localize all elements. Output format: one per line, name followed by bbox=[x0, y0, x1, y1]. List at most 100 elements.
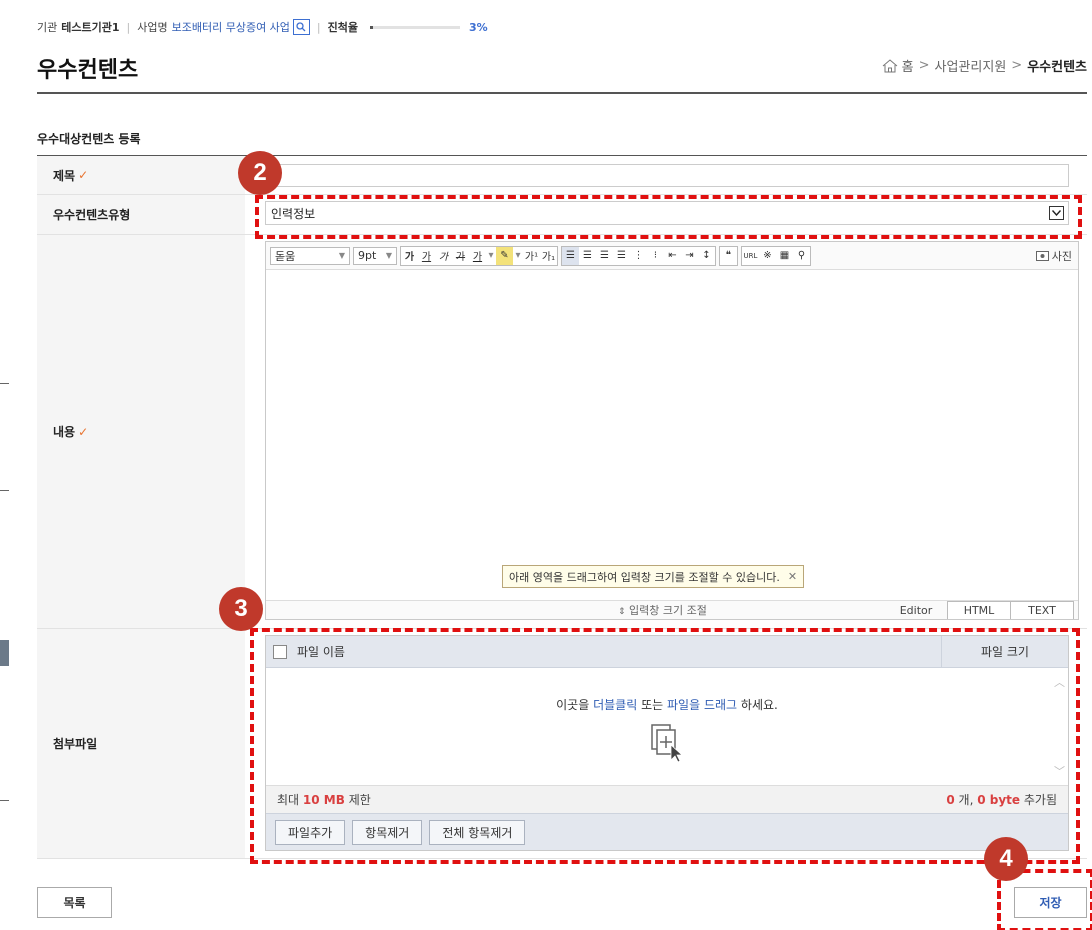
breadcrumb-home[interactable]: 홈 bbox=[902, 56, 914, 75]
align-right-icon[interactable]: ☰ bbox=[596, 247, 613, 265]
file-count: 0 개, 0 byte 추가됨 bbox=[946, 793, 1057, 807]
font-family-select[interactable]: 돋움 ▼ bbox=[270, 246, 350, 265]
edge-line bbox=[0, 490, 9, 491]
size-limit: 최대 10 MB 제한 bbox=[277, 793, 371, 807]
progress-bar bbox=[370, 25, 461, 29]
required-check-icon: ✓ bbox=[78, 424, 89, 439]
form-row-type: 우수컨텐츠유형 인력정보 bbox=[37, 195, 1087, 235]
outdent-icon[interactable]: ⇤ bbox=[664, 247, 681, 265]
breadcrumb: 홈 > 사업관리지원 > 우수컨텐츠 bbox=[882, 56, 1087, 75]
form-row-title: 제목 ✓ bbox=[37, 156, 1087, 195]
photo-button[interactable]: 사진 bbox=[1035, 248, 1072, 264]
search-icon bbox=[296, 22, 306, 32]
title-label: 제목 ✓ bbox=[37, 156, 245, 194]
edge-line bbox=[0, 383, 9, 384]
progress-fill bbox=[370, 25, 373, 29]
table-icon[interactable]: ▦ bbox=[776, 247, 793, 265]
tab-editor[interactable]: Editor bbox=[884, 601, 948, 619]
line-height-icon[interactable]: ↕ bbox=[698, 247, 715, 265]
italic-icon[interactable]: 가 bbox=[435, 247, 452, 265]
ordered-list-icon[interactable]: ⋮ bbox=[630, 247, 647, 265]
type-label: 우수컨텐츠유형 bbox=[37, 195, 245, 234]
form-row-content: 내용 ✓ 돋움 ▼ 9pt ▼ 가 가 가 가 가 ▾ ✎ ▾ 가¹ 가₁ ☰ ☰ ☰… bbox=[37, 235, 1087, 629]
chevron-down-icon[interactable]: ﹀ bbox=[1054, 763, 1065, 779]
org-label: 기관 bbox=[37, 21, 58, 34]
page-title: 우수컨텐츠 bbox=[37, 58, 139, 83]
file-size-column: 파일 크기 bbox=[941, 636, 1068, 667]
underline-icon[interactable]: 가 bbox=[418, 247, 435, 265]
close-icon[interactable]: ✕ bbox=[788, 570, 797, 583]
resize-tooltip: 아래 영역을 드래그하여 입력창 크기를 조절할 수 있습니다. ✕ bbox=[502, 565, 805, 588]
content-type-selected: 인력정보 bbox=[271, 206, 316, 221]
save-button[interactable]: 저장 bbox=[1014, 887, 1087, 918]
home-icon bbox=[882, 58, 897, 72]
project-name-link[interactable]: 보조배터리 무상증여 사업 bbox=[172, 19, 290, 35]
file-drop-zone[interactable]: 이곳을 더블클릭 또는 파일을 드래그 하세요. ︿ ﹀ bbox=[266, 668, 1068, 785]
title-input[interactable] bbox=[265, 164, 1069, 187]
insert-group: URL ※ ▦ ⚲ bbox=[741, 245, 811, 266]
editor-mode-tabs: Editor HTML TEXT bbox=[884, 601, 1074, 619]
align-center-icon[interactable]: ☰ bbox=[579, 247, 596, 265]
content-label: 내용 ✓ bbox=[37, 235, 245, 628]
chevron-up-icon[interactable]: ︿ bbox=[1054, 674, 1065, 690]
annotation-badge-4: 4 bbox=[984, 837, 1028, 881]
subscript-icon[interactable]: 가₁ bbox=[540, 247, 557, 265]
progress-value: 3% bbox=[469, 20, 488, 34]
photo-icon bbox=[1035, 250, 1049, 261]
chevron-down-icon[interactable] bbox=[1049, 206, 1064, 220]
align-justify-icon[interactable]: ☰ bbox=[613, 247, 630, 265]
find-icon[interactable]: ⚲ bbox=[793, 247, 810, 265]
bold-icon[interactable]: 가 bbox=[401, 247, 418, 265]
edge-tab bbox=[0, 640, 9, 666]
quote-group: ❝ bbox=[719, 245, 738, 266]
project-search-button[interactable] bbox=[292, 19, 310, 35]
file-list-header: 파일 이름 파일 크기 bbox=[266, 636, 1068, 668]
resize-arrows-icon: ⇕ bbox=[618, 607, 626, 617]
org-value: 테스트기관1 bbox=[61, 21, 120, 34]
font-size-select[interactable]: 9pt ▼ bbox=[353, 246, 397, 265]
annotation-badge-3: 3 bbox=[219, 587, 263, 631]
indent-icon[interactable]: ⇥ bbox=[681, 247, 698, 265]
special-char-icon[interactable]: ※ bbox=[759, 247, 776, 265]
breadcrumb-current: 우수컨텐츠 bbox=[1027, 60, 1087, 75]
text-style-group: 가 가 가 가 가 ▾ ✎ ▾ 가¹ 가₁ bbox=[400, 245, 558, 266]
project-label: 사업명 bbox=[137, 21, 168, 34]
superscript-icon[interactable]: 가¹ bbox=[523, 247, 540, 265]
breadcrumb-section[interactable]: 사업관리지원 bbox=[935, 56, 1007, 75]
remove-all-button[interactable]: 전체 항목제거 bbox=[429, 819, 526, 845]
section-title: 우수대상컨텐츠 등록 bbox=[37, 132, 141, 146]
title-divider bbox=[37, 92, 1087, 94]
paragraph-group: ☰ ☰ ☰ ☰ ⋮ ⁝ ⇤ ⇥ ↕ bbox=[561, 245, 716, 266]
select-all-checkbox[interactable] bbox=[273, 644, 287, 659]
editor-content-area[interactable]: 아래 영역을 드래그하여 입력창 크기를 조절할 수 있습니다. ✕ bbox=[266, 270, 1078, 600]
link-icon[interactable]: URL bbox=[742, 247, 759, 265]
quote-icon[interactable]: ❝ bbox=[720, 247, 737, 265]
content-type-select[interactable]: 인력정보 bbox=[265, 201, 1069, 225]
align-left-icon[interactable]: ☰ bbox=[562, 246, 579, 265]
resize-handle[interactable]: ⇕ 입력창 크기 조절 Editor HTML TEXT bbox=[266, 600, 1078, 619]
annotation-badge-2: 2 bbox=[238, 151, 282, 195]
file-actions: 파일추가 항목제거 전체 항목제거 bbox=[266, 813, 1068, 850]
strikethrough-icon[interactable]: 가 bbox=[452, 247, 469, 265]
rich-text-editor: 돋움 ▼ 9pt ▼ 가 가 가 가 가 ▾ ✎ ▾ 가¹ 가₁ ☰ ☰ ☰ ☰ ⋮… bbox=[265, 241, 1079, 620]
chevron-down-icon[interactable]: ▾ bbox=[513, 247, 523, 265]
add-file-button[interactable]: 파일추가 bbox=[275, 819, 346, 845]
chevron-down-icon[interactable]: ▾ bbox=[486, 247, 496, 265]
file-limit-bar: 최대 10 MB 제한 0 개, 0 byte 추가됨 bbox=[266, 785, 1068, 813]
font-color-icon[interactable]: 가 bbox=[469, 247, 486, 265]
file-drop-icon bbox=[651, 724, 684, 763]
required-check-icon: ✓ bbox=[78, 168, 89, 182]
unordered-list-icon[interactable]: ⁝ bbox=[647, 247, 664, 265]
project-info-bar: 기관 테스트기관1 | 사업명 보조배터리 무상증여 사업 | 진척율 3% bbox=[37, 19, 488, 35]
tab-html[interactable]: HTML bbox=[947, 601, 1011, 619]
file-list-scrollbar[interactable]: ︿ ﹀ bbox=[1051, 668, 1068, 785]
resize-label: 입력창 크기 조절 bbox=[629, 604, 707, 617]
tab-text[interactable]: TEXT bbox=[1010, 601, 1074, 619]
editor-toolbar: 돋움 ▼ 9pt ▼ 가 가 가 가 가 ▾ ✎ ▾ 가¹ 가₁ ☰ ☰ ☰ ☰ ⋮… bbox=[266, 242, 1078, 270]
remove-item-button[interactable]: 항목제거 bbox=[352, 819, 423, 845]
file-name-column: 파일 이름 bbox=[297, 645, 345, 659]
drop-instructions: 이곳을 더블클릭 또는 파일을 드래그 하세요. bbox=[556, 698, 778, 712]
highlight-icon[interactable]: ✎ bbox=[496, 246, 513, 265]
attach-label: 첨부파일 bbox=[37, 629, 245, 858]
list-button[interactable]: 목록 bbox=[37, 887, 112, 918]
